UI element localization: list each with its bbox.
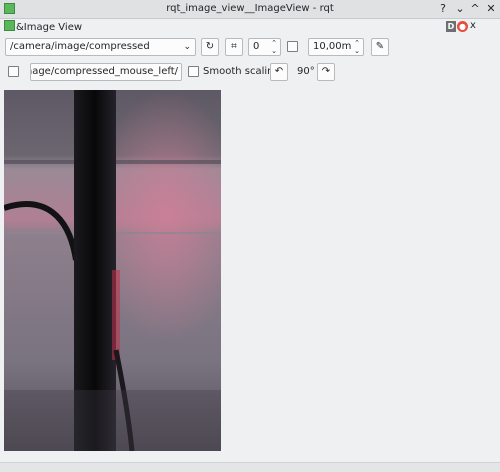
- camera-frame: [4, 90, 221, 451]
- camera-image[interactable]: [4, 90, 221, 451]
- chevron-down-icon: ⌄: [183, 42, 191, 52]
- image-view-icon: [4, 20, 15, 31]
- minimize-button[interactable]: ⌄: [453, 2, 467, 16]
- spin-arrows[interactable]: ⌃ ⌄: [270, 39, 278, 55]
- plugin-title: &Image View: [4, 20, 82, 34]
- plugin-title-label: &Image View: [16, 22, 83, 33]
- rotate-right-icon: ↷: [321, 66, 331, 77]
- zoom-arrows[interactable]: ⌃ ⌄: [353, 39, 361, 55]
- topic-value: /camera/image/compressed: [10, 41, 150, 52]
- window-title: rqt_image_view__ImageView - rqt: [166, 3, 334, 14]
- save-button[interactable]: ✎: [371, 38, 389, 56]
- refresh-icon: ↻: [205, 41, 215, 52]
- help-window-button[interactable]: ?: [436, 2, 450, 16]
- frame-spinbox[interactable]: 0 ⌃ ⌄: [248, 38, 281, 56]
- plugin-close-button[interactable]: x: [470, 20, 476, 31]
- window-titlebar: rqt_image_view__ImageView - rqt ? ⌄ ^ ✕: [0, 0, 500, 19]
- topic-select[interactable]: /camera/image/compressed ⌄: [5, 38, 196, 56]
- rotate-left-icon: ↶: [274, 66, 284, 77]
- spin-value: 0: [253, 41, 260, 52]
- rotate-left-button[interactable]: ↶: [270, 63, 288, 81]
- save-icon: ✎: [375, 41, 385, 52]
- mouse-topic-input[interactable]: /camera/image/compressed_mouse_left: [30, 63, 182, 81]
- mouse-publish-checkbox[interactable]: [8, 66, 19, 77]
- zoom-checkbox[interactable]: [287, 41, 298, 52]
- close-window-button[interactable]: ✕: [484, 2, 498, 16]
- rotation-label: 90°: [297, 66, 315, 77]
- refresh-button[interactable]: ↻: [201, 38, 219, 56]
- lifebuoy-icon[interactable]: ●: [457, 21, 468, 32]
- dock-d-button[interactable]: D: [446, 21, 456, 32]
- zoom-value: 10,00m: [313, 41, 352, 52]
- zoom-spinbox[interactable]: 10,00m ⌃ ⌄: [308, 38, 364, 56]
- mouse-topic-value: /camera/image/compressed_mouse_left: [31, 66, 178, 77]
- rotate-right-button[interactable]: ↷: [317, 63, 335, 81]
- smooth-scaling-label: Smooth scaling: [203, 66, 280, 77]
- fit-icon: ⌗: [231, 41, 237, 52]
- smooth-scaling-checkbox[interactable]: [188, 66, 199, 77]
- maximize-button[interactable]: ^: [468, 2, 482, 16]
- fit-button[interactable]: ⌗: [225, 38, 243, 56]
